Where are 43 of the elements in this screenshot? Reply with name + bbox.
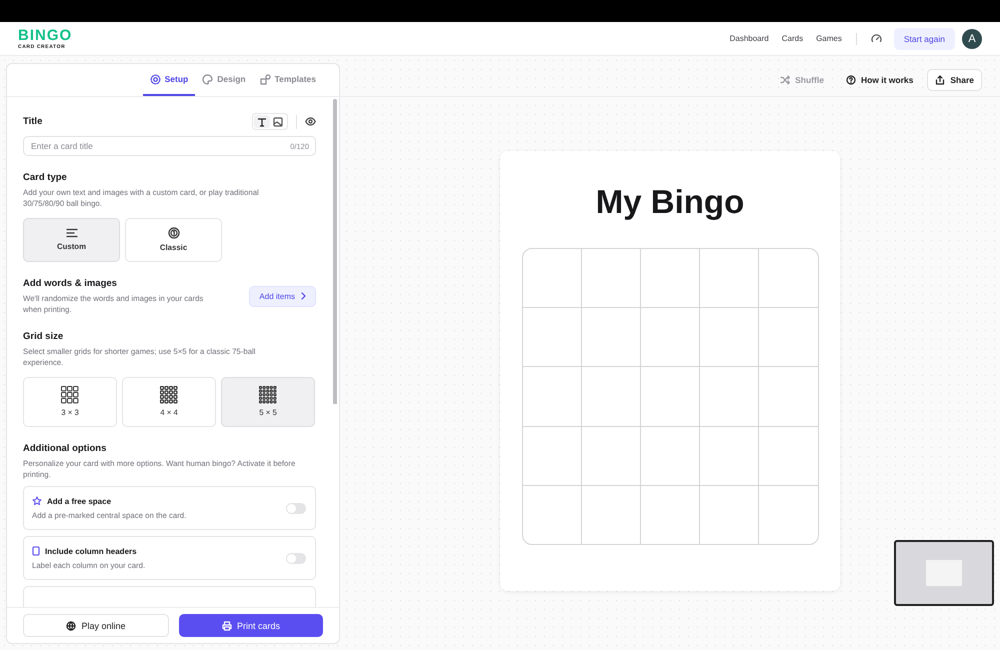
nav-link[interactable]: Cards [782,34,804,43]
gear-icon [150,74,161,84]
palette-icon [202,74,214,84]
add-items-button[interactable]: Add items [249,286,316,307]
avatar[interactable]: A [962,28,982,48]
nav-link[interactable]: Games [816,34,842,43]
section-heading: Title [23,116,42,127]
printer-icon [222,620,232,630]
column-icon [32,546,40,556]
shuffle-icon [780,74,790,84]
ball-icon [168,227,180,240]
option-title: Add a free space [47,496,112,506]
eye-icon[interactable] [305,117,316,126]
grid-icon [61,386,79,404]
toggle-switch[interactable] [286,502,306,514]
lines-icon [66,228,78,238]
globe-icon [66,620,76,630]
how-it-works-button[interactable]: How it works [838,68,922,90]
image-icon [273,116,283,126]
section-heading: Additional options [23,442,108,454]
text-mode-toggle[interactable] [254,115,270,128]
play-online-button[interactable]: Play online [23,614,169,637]
chevron-right-icon [301,292,306,300]
text-icon [257,116,267,126]
toggle-switch[interactable] [286,552,306,564]
share-button[interactable]: Share [927,68,982,90]
grid-icon [160,386,178,404]
tab[interactable]: Setup [142,64,196,96]
option-title: Include column headers [45,546,137,556]
section-heading: Grid size [23,331,64,342]
start-again-button[interactable]: Start again [894,28,955,50]
grid-icon [259,386,277,404]
gauge-icon[interactable] [870,33,882,44]
shapes-icon [260,74,271,84]
print-cards-button[interactable]: Print cards [179,614,323,637]
share-icon [935,74,946,84]
star-icon [32,496,42,506]
help-icon [846,74,856,84]
card-title: My Bingo [596,185,744,218]
preview-thumbnail[interactable] [894,540,994,606]
section-heading: Add words & images [23,278,118,289]
nav-link[interactable]: Dashboard [730,34,769,43]
section-heading: Card type [23,172,68,183]
